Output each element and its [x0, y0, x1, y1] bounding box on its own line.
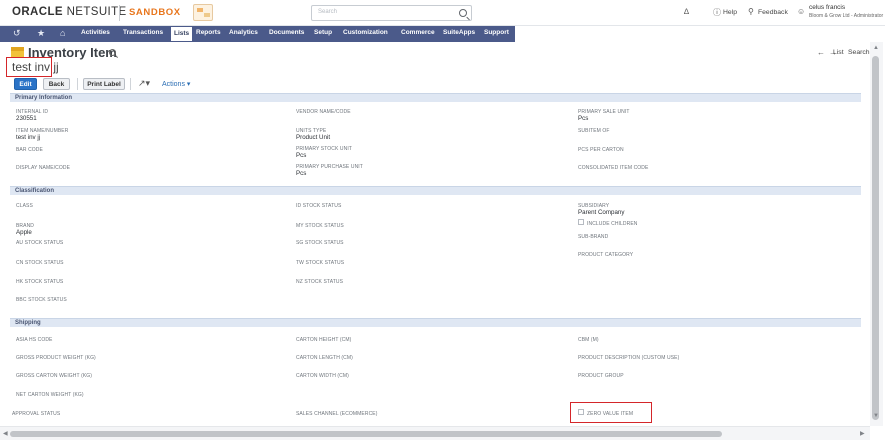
- field-label: SUB-BRAND: [578, 234, 609, 240]
- field-label: BBC STOCK STATUS: [16, 297, 67, 303]
- vertical-scroll-thumb[interactable]: [872, 56, 879, 420]
- nav-transactions[interactable]: Transactions: [123, 29, 163, 39]
- zero-value-item-checkbox[interactable]: [578, 409, 584, 415]
- scroll-down-icon[interactable]: ▼: [873, 413, 879, 419]
- horizontal-scrollbar[interactable]: ◀ ▶: [0, 426, 870, 440]
- nav-setup[interactable]: Setup: [314, 29, 332, 39]
- field-label: MY STOCK STATUS: [296, 223, 344, 229]
- primary-purchase-unit-value: Pcs: [296, 170, 307, 177]
- share-icon[interactable]: ↗▾: [138, 78, 150, 89]
- scroll-up-icon[interactable]: ▲: [873, 45, 879, 51]
- field-label: HK STOCK STATUS: [16, 279, 64, 285]
- nav-customization[interactable]: Customization: [343, 29, 388, 39]
- field-label: ZERO VALUE ITEM: [587, 411, 634, 417]
- vertical-scrollbar[interactable]: ▲ ▼: [870, 42, 883, 426]
- user-icon[interactable]: ☺: [797, 7, 805, 16]
- subsidiary-value[interactable]: Parent Company: [578, 209, 624, 216]
- field-label: CONSOLIDATED ITEM CODE: [578, 165, 649, 171]
- field-label: ASIA HS CODE: [16, 337, 53, 343]
- record-name: test inv jj: [12, 60, 59, 74]
- button-divider: [77, 78, 78, 90]
- field-label: VENDOR NAME/CODE: [296, 109, 351, 115]
- user-role[interactable]: Bloom & Grow Ltd - Administrator: [809, 13, 883, 19]
- field-label: CARTON WIDTH (CM): [296, 373, 349, 379]
- field-label: CN STOCK STATUS: [16, 260, 64, 266]
- nav-reports[interactable]: Reports: [196, 29, 221, 39]
- field-label: APPROVAL STATUS: [12, 411, 61, 417]
- units-type-value[interactable]: Product Unit: [296, 134, 330, 141]
- nav-activities[interactable]: Activities: [81, 29, 110, 39]
- actions-menu[interactable]: Actions ▾: [162, 80, 190, 88]
- user-name[interactable]: celus francis: [809, 4, 845, 11]
- nav-analytics[interactable]: Analytics: [229, 29, 258, 39]
- edit-button[interactable]: Edit: [14, 78, 37, 90]
- history-icon[interactable]: ↺: [13, 28, 21, 39]
- field-label: NET CARTON WEIGHT (KG): [16, 392, 84, 398]
- help-link[interactable]: Help: [723, 9, 737, 16]
- field-label: SALES CHANNEL (ECOMMERCE): [296, 411, 378, 417]
- field-label: AU STOCK STATUS: [16, 240, 64, 246]
- environment-badge: SANDBOX: [129, 7, 181, 18]
- global-search-input[interactable]: Search: [311, 5, 472, 21]
- nav-documents[interactable]: Documents: [269, 29, 304, 39]
- primary-stock-unit-value: Pcs: [296, 152, 307, 159]
- field-label: PRODUCT GROUP: [578, 373, 624, 379]
- star-icon[interactable]: ★: [37, 28, 45, 39]
- list-link[interactable]: List: [833, 49, 844, 56]
- feedback-link[interactable]: Feedback: [758, 9, 788, 16]
- horizontal-scroll-thumb[interactable]: [10, 431, 722, 437]
- section-classification[interactable]: Classification: [10, 186, 861, 195]
- logo-oracle: ORACLE: [12, 6, 63, 18]
- chat-icon[interactable]: ⚲: [748, 7, 754, 16]
- item-name-value: test inv jj: [16, 134, 41, 141]
- back-button[interactable]: Back: [43, 78, 70, 90]
- field-label: DISPLAY NAME/CODE: [16, 165, 71, 171]
- main-nav: ↺ ★ ⌂ Activities Transactions Lists Repo…: [0, 26, 515, 42]
- field-label: BAR CODE: [16, 147, 43, 153]
- brand-value[interactable]: Apple: [16, 229, 32, 236]
- field-label: CBM (M): [578, 337, 599, 343]
- home-icon[interactable]: ⌂: [60, 28, 65, 38]
- field-label: TW STOCK STATUS: [296, 260, 345, 266]
- logo-netsuite: NETSUITE: [62, 6, 127, 18]
- field-label: SG STOCK STATUS: [296, 240, 344, 246]
- bell-icon[interactable]: ∆: [684, 7, 689, 16]
- field-label: ID STOCK STATUS: [296, 203, 342, 209]
- field-label: CLASS: [16, 203, 33, 209]
- top-header: ORACLE NETSUITE SANDBOX Search ∆ ⓘ Help …: [0, 0, 885, 26]
- include-children-checkbox[interactable]: [578, 219, 584, 225]
- search-icon[interactable]: [109, 49, 116, 56]
- nav-suiteapps[interactable]: SuiteApps: [443, 29, 475, 39]
- field-label: SUBITEM OF: [578, 128, 610, 134]
- section-primary-information[interactable]: Primary Information: [10, 93, 861, 102]
- field-label: NZ STOCK STATUS: [296, 279, 344, 285]
- field-label: CARTON LENGTH (CM): [296, 355, 353, 361]
- primary-sale-unit-value: Pcs: [578, 115, 589, 122]
- field-label: GROSS PRODUCT WEIGHT (KG): [16, 355, 96, 361]
- internal-id-value: 230551: [16, 115, 37, 122]
- nav-commerce[interactable]: Commerce: [401, 29, 435, 39]
- field-label: PRODUCT CATEGORY: [578, 252, 634, 258]
- help-icon[interactable]: ⓘ: [713, 7, 721, 18]
- company-logo: [193, 4, 213, 21]
- search-link[interactable]: Search: [848, 49, 870, 56]
- netsuite-logo[interactable]: ORACLE NETSUITE: [12, 6, 127, 18]
- field-label: PRODUCT DESCRIPTION (CUSTOM USE): [578, 355, 680, 361]
- nav-support[interactable]: Support: [484, 29, 509, 39]
- print-label-button[interactable]: Print Label: [83, 78, 125, 90]
- scroll-left-icon[interactable]: ◀: [3, 430, 8, 437]
- search-icon[interactable]: [459, 9, 467, 17]
- scroll-right-icon[interactable]: ▶: [860, 430, 865, 437]
- section-shipping[interactable]: Shipping: [10, 318, 861, 327]
- field-label: GROSS CARTON WEIGHT (KG): [16, 373, 93, 379]
- field-label: CARTON HEIGHT (CM): [296, 337, 352, 343]
- nav-lists[interactable]: Lists: [171, 27, 193, 41]
- field-label: INCLUDE CHILDREN: [587, 221, 638, 227]
- logo-divider: [119, 5, 120, 21]
- button-divider: [130, 78, 131, 90]
- search-placeholder: Search: [318, 9, 338, 15]
- field-label: PCS PER CARTON: [578, 147, 624, 153]
